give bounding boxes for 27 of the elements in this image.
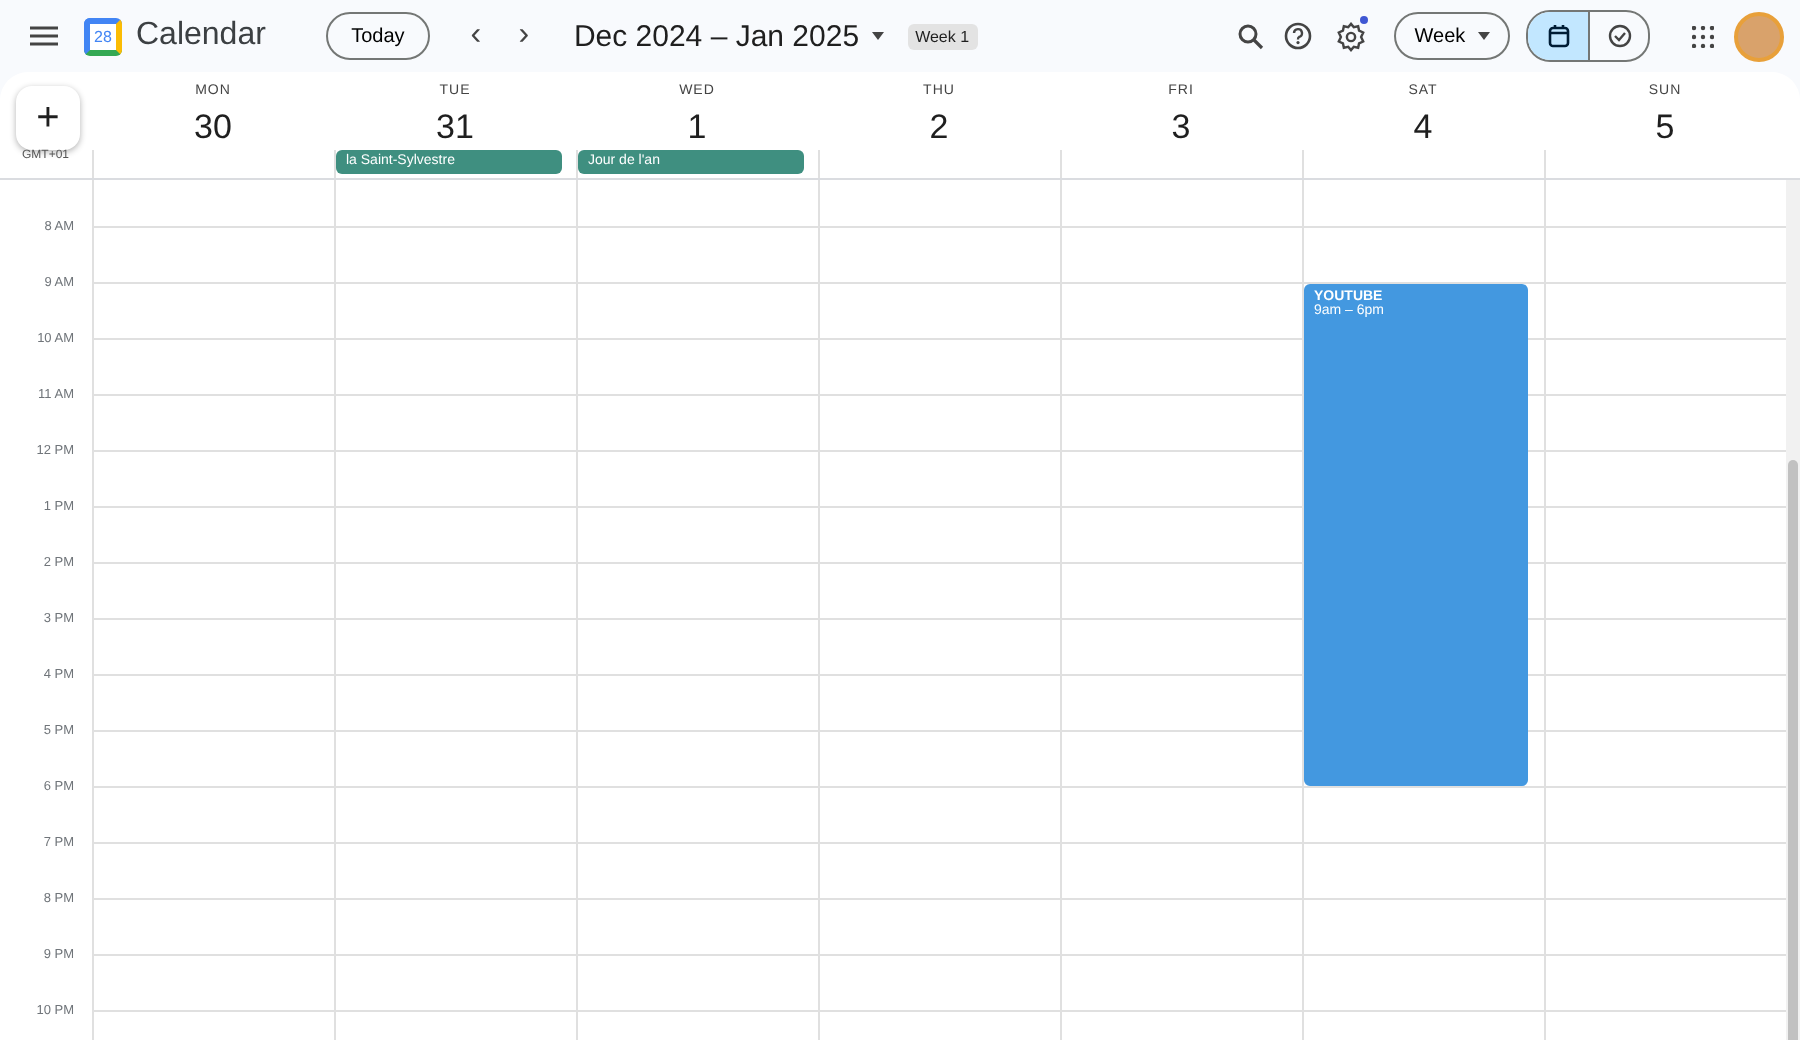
caret-icon (1477, 32, 1490, 40)
previous-button[interactable]: ‹ (457, 18, 494, 54)
calendar-view-toggle[interactable] (1528, 12, 1588, 60)
menu-icon (30, 26, 58, 46)
date-number[interactable]: 1 (687, 108, 707, 148)
date-number[interactable]: 5 (1655, 108, 1675, 148)
date-number[interactable]: 31 (436, 108, 474, 148)
app-title: Calendar (136, 18, 266, 54)
calendar-logo: 28 (84, 17, 122, 55)
date-number[interactable]: 2 (929, 108, 949, 148)
help-icon (1284, 22, 1312, 50)
scrollbar-thumb[interactable] (1788, 460, 1798, 1040)
search-icon (1237, 23, 1263, 49)
caret-icon (871, 32, 884, 40)
date-number[interactable]: 4 (1413, 108, 1433, 148)
calendar-icon (1547, 24, 1569, 48)
next-button[interactable]: › (505, 18, 542, 54)
date-number[interactable]: 30 (194, 108, 232, 148)
apps-grid-icon (1691, 25, 1713, 47)
view-dropdown[interactable]: Week (1394, 12, 1510, 60)
week-number-badge: Week 1 (907, 23, 978, 49)
create-button[interactable]: + (16, 86, 80, 150)
settings-icon (1335, 21, 1365, 51)
date-number[interactable]: 3 (1171, 108, 1191, 148)
date-range-dropdown[interactable]: Dec 2024 – Jan 2025 (573, 19, 884, 53)
today-button[interactable]: Today (325, 12, 430, 60)
check-circle-icon (1607, 24, 1631, 48)
